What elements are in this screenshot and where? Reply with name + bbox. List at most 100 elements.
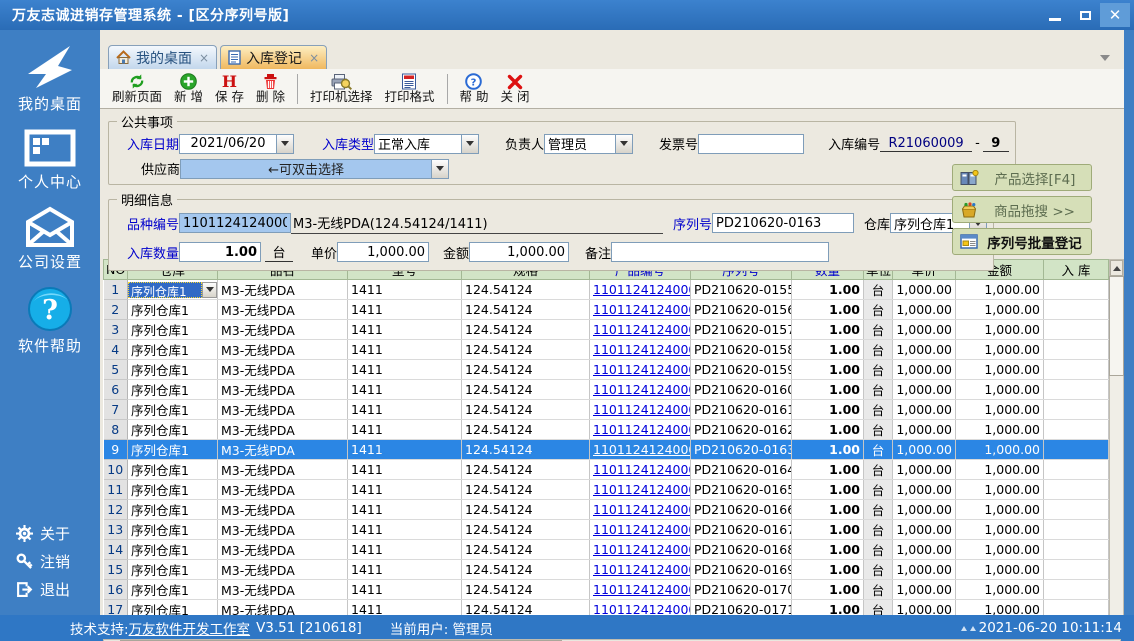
cell-warehouse[interactable]: 序列仓库1 bbox=[128, 380, 218, 400]
cell-model[interactable]: 1411 bbox=[348, 520, 462, 540]
cell-price[interactable]: 1,000.00 bbox=[893, 520, 956, 540]
cell-serial[interactable]: PD210620-0170 bbox=[691, 580, 792, 600]
cell-inbound[interactable] bbox=[1044, 540, 1109, 560]
cell-model[interactable]: 1411 bbox=[348, 340, 462, 360]
cell-product-code[interactable]: 1101124124000 bbox=[590, 380, 691, 400]
cell-serial[interactable]: PD210620-0156 bbox=[691, 300, 792, 320]
cell-spec[interactable]: 124.54124 bbox=[462, 520, 590, 540]
cell-serial[interactable]: PD210620-0165 bbox=[691, 480, 792, 500]
table-row[interactable]: 8序列仓库1M3-无线PDA1411124.541241101124124000… bbox=[104, 420, 1109, 440]
table-row[interactable]: 2序列仓库1M3-无线PDA1411124.541241101124124000… bbox=[104, 300, 1109, 320]
cell-product-code[interactable]: 1101124124000 bbox=[590, 280, 691, 300]
cell-model[interactable]: 1411 bbox=[348, 540, 462, 560]
column-header-inbound[interactable]: 入 库 bbox=[1044, 260, 1109, 280]
cell-spec[interactable]: 124.54124 bbox=[462, 280, 590, 300]
tab-inbound-register[interactable]: 入库登记× bbox=[220, 45, 327, 69]
cell-qty[interactable]: 1.00 bbox=[792, 520, 864, 540]
cell-product-code[interactable]: 1101124124000 bbox=[590, 320, 691, 340]
manager-input[interactable] bbox=[544, 134, 616, 154]
table-row[interactable]: 5序列仓库1M3-无线PDA1411124.541241101124124000… bbox=[104, 360, 1109, 380]
cell-qty[interactable]: 1.00 bbox=[792, 480, 864, 500]
cell-inbound[interactable] bbox=[1044, 500, 1109, 520]
cell-serial[interactable]: PD210620-0162 bbox=[691, 420, 792, 440]
cell-warehouse[interactable]: 序列仓库1 bbox=[128, 440, 218, 460]
cell-name[interactable]: M3-无线PDA bbox=[218, 480, 348, 500]
cell-warehouse[interactable]: 序列仓库1 bbox=[128, 340, 218, 360]
cell-warehouse[interactable]: 序列仓库1 bbox=[128, 500, 218, 520]
table-row[interactable]: 12序列仓库1M3-无线PDA1411124.54124110112412400… bbox=[104, 500, 1109, 520]
product-code-link[interactable]: 1101124124000 bbox=[593, 422, 691, 437]
cell-amount[interactable]: 1,000.00 bbox=[956, 500, 1044, 520]
vertical-scroll-thumb[interactable] bbox=[1109, 276, 1124, 376]
cell-serial[interactable]: PD210620-0158 bbox=[691, 340, 792, 360]
table-row[interactable]: 15序列仓库1M3-无线PDA1411124.54124110112412400… bbox=[104, 560, 1109, 580]
product-code-link[interactable]: 1101124124000 bbox=[593, 382, 691, 397]
cell-name[interactable]: M3-无线PDA bbox=[218, 420, 348, 440]
product-code-link[interactable]: 1101124124000 bbox=[593, 482, 691, 497]
cell-model[interactable]: 1411 bbox=[348, 300, 462, 320]
cell-inbound[interactable] bbox=[1044, 420, 1109, 440]
toolbar-button-refresh[interactable]: 刷新页面 bbox=[112, 72, 162, 104]
cell-product-code[interactable]: 1101124124000 bbox=[590, 580, 691, 600]
tab-my-desktop[interactable]: 我的桌面× bbox=[108, 45, 217, 69]
cell-price[interactable]: 1,000.00 bbox=[893, 560, 956, 580]
product-code-link[interactable]: 1101124124000 bbox=[593, 402, 691, 417]
cell-inbound[interactable] bbox=[1044, 360, 1109, 380]
cell-qty[interactable]: 1.00 bbox=[792, 500, 864, 520]
product-code-link[interactable]: 1101124124000 bbox=[593, 582, 691, 597]
cell-price[interactable]: 1,000.00 bbox=[893, 500, 956, 520]
cell-warehouse[interactable]: 序列仓库1 bbox=[128, 540, 218, 560]
cell-model[interactable]: 1411 bbox=[348, 500, 462, 520]
cell-amount[interactable]: 1,000.00 bbox=[956, 380, 1044, 400]
cell-serial[interactable]: PD210620-0159 bbox=[691, 360, 792, 380]
cell-qty[interactable]: 1.00 bbox=[792, 360, 864, 380]
cell-amount[interactable]: 1,000.00 bbox=[956, 340, 1044, 360]
table-row[interactable]: 9序列仓库1M3-无线PDA1411124.541241101124124000… bbox=[104, 440, 1109, 460]
supplier-input[interactable] bbox=[180, 159, 432, 179]
sidebar-item-company-settings[interactable]: 公司设置 bbox=[18, 206, 82, 272]
cell-model[interactable]: 1411 bbox=[348, 560, 462, 580]
invoice-input[interactable] bbox=[698, 134, 804, 154]
cell-qty[interactable]: 1.00 bbox=[792, 460, 864, 480]
cell-serial[interactable]: PD210620-0160 bbox=[691, 380, 792, 400]
cell-model[interactable]: 1411 bbox=[348, 480, 462, 500]
sidebar-footer-item-logout[interactable]: 注销 bbox=[16, 551, 70, 572]
cell-amount[interactable]: 1,000.00 bbox=[956, 360, 1044, 380]
cell-serial[interactable]: PD210620-0166 bbox=[691, 500, 792, 520]
cell-spec[interactable]: 124.54124 bbox=[462, 580, 590, 600]
cell-warehouse[interactable]: 序列仓库1 bbox=[128, 580, 218, 600]
toolbar-button-add[interactable]: 新 增 bbox=[174, 72, 203, 104]
cell-model[interactable]: 1411 bbox=[348, 400, 462, 420]
cell-qty[interactable]: 1.00 bbox=[792, 580, 864, 600]
sidebar-footer-item-about[interactable]: 关于 bbox=[16, 523, 70, 544]
table-row[interactable]: 4序列仓库1M3-无线PDA1411124.541241101124124000… bbox=[104, 340, 1109, 360]
cell-inbound[interactable] bbox=[1044, 560, 1109, 580]
cell-model[interactable]: 1411 bbox=[348, 280, 462, 300]
cell-inbound[interactable] bbox=[1044, 440, 1109, 460]
cell-warehouse[interactable]: 序列仓库1 bbox=[128, 520, 218, 540]
cell-amount[interactable]: 1,000.00 bbox=[956, 520, 1044, 540]
cell-model[interactable]: 1411 bbox=[348, 460, 462, 480]
cell-name[interactable]: M3-无线PDA bbox=[218, 360, 348, 380]
cell-warehouse[interactable]: 序列仓库1 bbox=[128, 420, 218, 440]
cell-spec[interactable]: 124.54124 bbox=[462, 400, 590, 420]
cell-spec[interactable]: 124.54124 bbox=[462, 360, 590, 380]
cell-name[interactable]: M3-无线PDA bbox=[218, 460, 348, 480]
cell-inbound[interactable] bbox=[1044, 340, 1109, 360]
cell-price[interactable]: 1,000.00 bbox=[893, 400, 956, 420]
cell-serial[interactable]: PD210620-0169 bbox=[691, 560, 792, 580]
cell-price[interactable]: 1,000.00 bbox=[893, 580, 956, 600]
cell-price[interactable]: 1,000.00 bbox=[893, 460, 956, 480]
cell-model[interactable]: 1411 bbox=[348, 420, 462, 440]
cell-product-code[interactable]: 1101124124000 bbox=[590, 480, 691, 500]
cell-serial[interactable]: PD210620-0164 bbox=[691, 460, 792, 480]
cell-spec[interactable]: 124.54124 bbox=[462, 320, 590, 340]
cell-name[interactable]: M3-无线PDA bbox=[218, 300, 348, 320]
remark-input[interactable] bbox=[611, 242, 829, 262]
cell-amount[interactable]: 1,000.00 bbox=[956, 560, 1044, 580]
cell-price[interactable]: 1,000.00 bbox=[893, 420, 956, 440]
cell-amount[interactable]: 1,000.00 bbox=[956, 480, 1044, 500]
cell-product-code[interactable]: 1101124124000 bbox=[590, 340, 691, 360]
tab-close-icon[interactable]: × bbox=[309, 51, 319, 65]
cell-serial[interactable]: PD210620-0161 bbox=[691, 400, 792, 420]
